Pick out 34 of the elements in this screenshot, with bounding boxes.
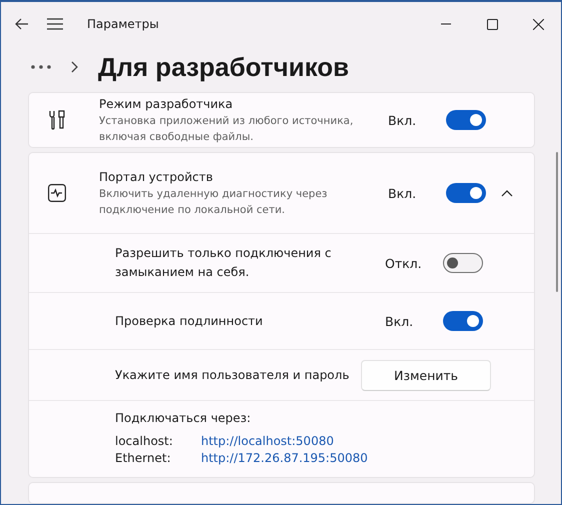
scrollbar[interactable]	[556, 152, 558, 292]
toggle-switch[interactable]	[446, 110, 486, 130]
maximize-icon	[486, 18, 498, 30]
close-icon	[532, 18, 544, 30]
toggle-switch[interactable]	[446, 183, 486, 203]
connection-link[interactable]: http://localhost:50080	[201, 434, 368, 448]
window-title: Параметры	[87, 17, 159, 32]
setting-title: Портал устройств	[99, 168, 214, 186]
chevron-right-icon	[71, 61, 78, 74]
connection-link[interactable]: http://172.26.87.195:50080	[201, 451, 368, 465]
setting-label: Укажите имя пользователя и пароль	[115, 366, 350, 384]
state-label: Вкл.	[388, 186, 418, 200]
menu-icon[interactable]	[47, 18, 63, 30]
tools-icon	[48, 110, 66, 130]
connect-heading: Подключаться через:	[115, 411, 252, 425]
change-button[interactable]: Изменить	[361, 360, 491, 390]
pulse-icon	[48, 184, 66, 202]
connection-name: localhost:	[115, 434, 174, 448]
state-label: Вкл.	[385, 314, 414, 328]
setting-title: Режим разработчика	[99, 96, 234, 112]
setting-label: Проверка подлинности	[115, 312, 264, 330]
state-label: Откл.	[385, 256, 423, 270]
back-icon[interactable]	[15, 18, 29, 30]
setting-description: Установка приложений из любого источника, включая свободные файлы.	[99, 114, 354, 144]
setting-description: Включить удаленную диагностику через подключение по локальной сети.	[99, 186, 328, 218]
toggle-switch[interactable]	[443, 253, 483, 273]
connection-name: Ethernet:	[115, 451, 172, 465]
more-icon[interactable]	[31, 65, 51, 70]
state-label: Вкл.	[388, 112, 418, 128]
toggle-switch[interactable]	[443, 311, 483, 331]
minimize-icon	[441, 23, 451, 26]
chevron-up-icon	[501, 190, 513, 196]
setting-label: Разрешить только подключения с замыканием на себя.	[115, 245, 332, 281]
page-title: Для разработчиков	[98, 52, 349, 83]
